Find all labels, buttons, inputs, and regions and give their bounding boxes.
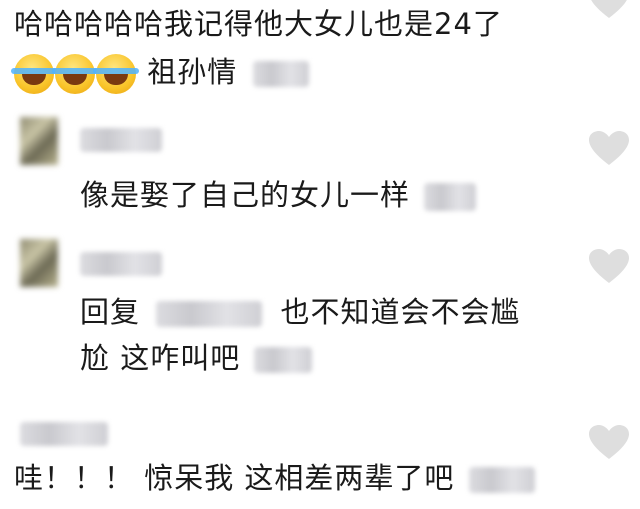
heart-icon[interactable] (589, 249, 629, 285)
blurred-username (468, 467, 535, 493)
blurred-username[interactable] (80, 128, 162, 152)
comment-2-text: 像是娶了自己的女儿一样 (80, 177, 477, 213)
heart-icon[interactable] (589, 131, 629, 167)
reply-label[interactable]: 回复 (80, 295, 140, 329)
laughing-crying-emoji (52, 54, 98, 94)
comment-3-body-line2: 尬 这咋叫吧 (80, 341, 241, 375)
laughing-crying-emoji (11, 54, 57, 94)
comment-4-text: 哇！！！ 惊呆我 这相差两辈了吧 (14, 460, 535, 496)
blurred-username[interactable] (20, 422, 108, 446)
blurred-username (424, 183, 477, 211)
comment-3-body: 也不知道会不会尴 (280, 295, 521, 329)
comment-4-body: 哇！！！ 惊呆我 这相差两辈了吧 (14, 461, 455, 495)
heart-icon[interactable] (589, 0, 629, 20)
comment-1-body-line2: 祖孙情 (147, 55, 238, 89)
comment-1-line2: 祖孙情 (11, 54, 310, 94)
avatar[interactable] (20, 239, 58, 287)
comment-2-body: 像是娶了自己的女儿一样 (80, 178, 411, 212)
comment-1-text: 哈哈哈哈哈我记得他大女儿也是24了 (14, 6, 503, 42)
blurred-username[interactable] (80, 252, 162, 276)
blurred-username (253, 61, 310, 87)
blurred-username (254, 347, 313, 373)
comment-1-body: 哈哈哈哈哈我记得他大女儿也是24了 (14, 7, 503, 41)
blurred-mention[interactable] (156, 301, 263, 327)
comment-3-text: 回复 也不知道会不会尴 (80, 294, 520, 330)
heart-icon[interactable] (589, 425, 629, 461)
comment-3-line2: 尬 这咋叫吧 (80, 340, 313, 376)
laughing-crying-emoji (93, 54, 139, 94)
avatar[interactable] (20, 117, 58, 165)
